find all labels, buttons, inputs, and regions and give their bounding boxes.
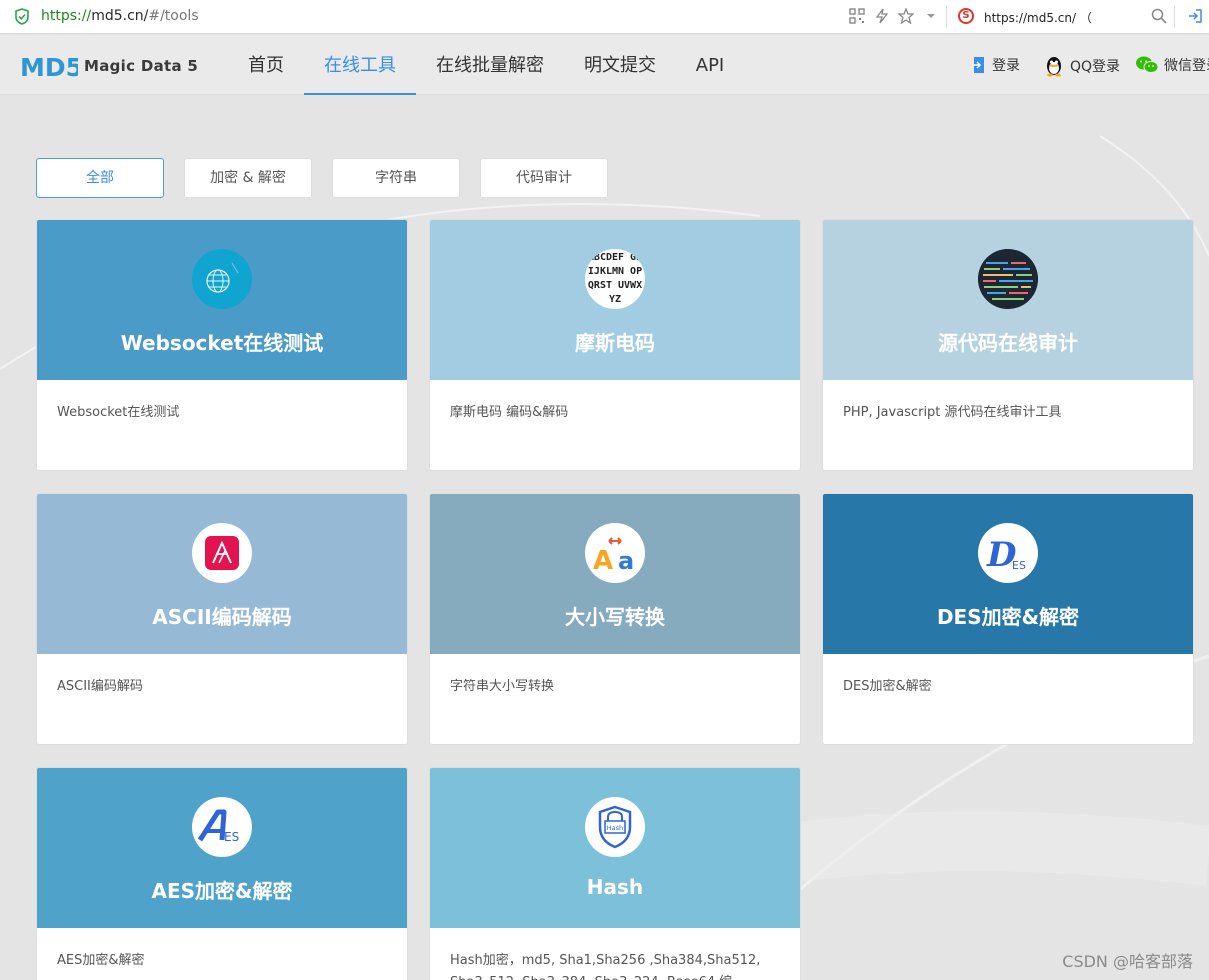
nav-submit-plaintext[interactable]: 明文提交 — [564, 35, 676, 95]
tool-card-code-audit[interactable]: 源代码在线审计 PHP, Javascript 源代码在线审计工具 — [822, 219, 1194, 471]
logo-mark-text: MD5 — [20, 53, 78, 79]
tool-card-websocket[interactable]: Websocket在线测试 Websocket在线测试 — [36, 219, 408, 471]
tool-card-aes[interactable]: ES AES加密&解密 AES加密&解密 — [36, 767, 408, 980]
filter-string[interactable]: 字符串 — [332, 158, 460, 198]
card-title: 大小写转换 — [565, 605, 665, 629]
card-title: Websocket在线测试 — [120, 331, 324, 355]
card-description: Websocket在线测试 — [57, 405, 180, 420]
case-lower-text: a — [618, 547, 634, 575]
url-path: #/tools — [148, 8, 199, 24]
search-input[interactable]: https://md5.cn/ （ — [984, 9, 1092, 26]
tool-card-morse[interactable]: ABCDEF GHIJKLMN OPQRST UVWXYZ 摩斯电码 摩斯电码 … — [429, 219, 801, 471]
code-screen-icon — [978, 249, 1038, 309]
card-description: PHP, Javascript 源代码在线审计工具 — [843, 405, 1062, 420]
card-title: 摩斯电码 — [575, 331, 655, 355]
card-title: AES加密&解密 — [151, 879, 293, 903]
qq-penguin-icon — [1047, 57, 1061, 77]
hash-shield-icon: Hash — [585, 797, 645, 857]
card-description: Hash加密，md5, Sha1,Sha256 ,Sha384,Sha512, … — [450, 953, 761, 980]
star-icon[interactable] — [897, 7, 915, 26]
case-upper-text: A — [593, 546, 613, 576]
card-description: DES加密&解密 — [843, 679, 932, 694]
qq-login-label: QQ登录 — [1070, 59, 1121, 75]
card-title: 源代码在线审计 — [938, 331, 1078, 355]
des-icon-suffix: ES — [1012, 559, 1026, 572]
case-convert-icon: A a — [585, 523, 645, 583]
card-title: Hash — [586, 875, 644, 899]
url-protocol: https:// — [41, 8, 92, 24]
md5-logo-icon[interactable]: MD5 — [20, 53, 78, 79]
tool-card-des[interactable]: D ES DES加密&解密 DES加密&解密 — [822, 493, 1194, 745]
filter-all[interactable]: 全部 — [36, 158, 164, 198]
login-link[interactable]: 登录 — [972, 55, 1020, 75]
aes-icon-suffix: ES — [224, 830, 239, 844]
nav-api[interactable]: API — [676, 35, 744, 95]
lightning-icon[interactable] — [873, 8, 891, 26]
address-separator — [946, 6, 947, 28]
aes-icon: ES — [192, 797, 252, 857]
tool-card-ascii[interactable]: ASCII编码解码 ASCII编码解码 — [36, 493, 408, 745]
card-description: AES加密&解密 — [57, 953, 145, 968]
secure-shield-icon — [15, 8, 29, 25]
alphabet-icon: ABCDEF GHIJKLMN OPQRST UVWXYZ — [585, 249, 645, 309]
qr-code-icon[interactable] — [848, 8, 866, 26]
wechat-login-link[interactable]: 微信登录 — [1136, 55, 1209, 75]
nav-home[interactable]: 首页 — [228, 35, 304, 95]
logo-text[interactable]: Magic Data 5 — [84, 57, 198, 75]
filter-encrypt-decrypt[interactable]: 加密 & 解密 — [184, 158, 312, 198]
url-host: md5.cn/ — [91, 8, 149, 24]
site-header: MD5 Magic Data 5 首页 在线工具 在线批量解密 明文提交 API… — [0, 35, 1209, 95]
login-label: 登录 — [992, 58, 1020, 74]
tool-card-case-convert[interactable]: A a 大小写转换 字符串大小写转换 — [429, 493, 801, 745]
wechat-icon — [1136, 56, 1158, 73]
nav-online-tools[interactable]: 在线工具 — [304, 35, 416, 95]
globe-icon — [192, 249, 252, 309]
browser-address-bar: https://md5.cn/#/tools S https://md5.cn/… — [0, 0, 1209, 34]
qq-login-link[interactable]: QQ登录 — [1044, 55, 1120, 77]
card-title: DES加密&解密 — [936, 605, 1080, 629]
login-icon — [972, 57, 984, 73]
filter-code-audit[interactable]: 代码审计 — [480, 158, 608, 198]
hash-icon-text: Hash — [607, 824, 623, 832]
address-separator — [1174, 6, 1175, 28]
search-engine-icon[interactable]: S — [958, 8, 974, 24]
search-icon[interactable] — [1150, 8, 1168, 26]
wechat-login-label: 微信登录 — [1164, 58, 1209, 74]
des-icon: D ES — [978, 523, 1038, 583]
card-description: 摩斯电码 编码&解码 — [450, 405, 569, 420]
tool-card-hash[interactable]: Hash Hash Hash加密，md5, Sha1,Sha256 ,Sha38… — [429, 767, 801, 980]
alphabet-icon-text: ABCDEF GHIJKLMN OPQRST UVWXYZ — [585, 249, 645, 309]
card-title: ASCII编码解码 — [152, 605, 292, 629]
card-description: 字符串大小写转换 — [450, 679, 555, 694]
sign-in-icon[interactable] — [1186, 8, 1204, 26]
ascii-icon — [192, 523, 252, 583]
url-field[interactable]: https://md5.cn/#/tools — [41, 8, 199, 24]
card-description: ASCII编码解码 — [57, 679, 143, 694]
csdn-watermark: CSDN @哈客部落 — [1062, 952, 1193, 971]
nav-batch-decrypt[interactable]: 在线批量解密 — [416, 35, 564, 95]
chevron-down-icon[interactable] — [922, 8, 940, 26]
